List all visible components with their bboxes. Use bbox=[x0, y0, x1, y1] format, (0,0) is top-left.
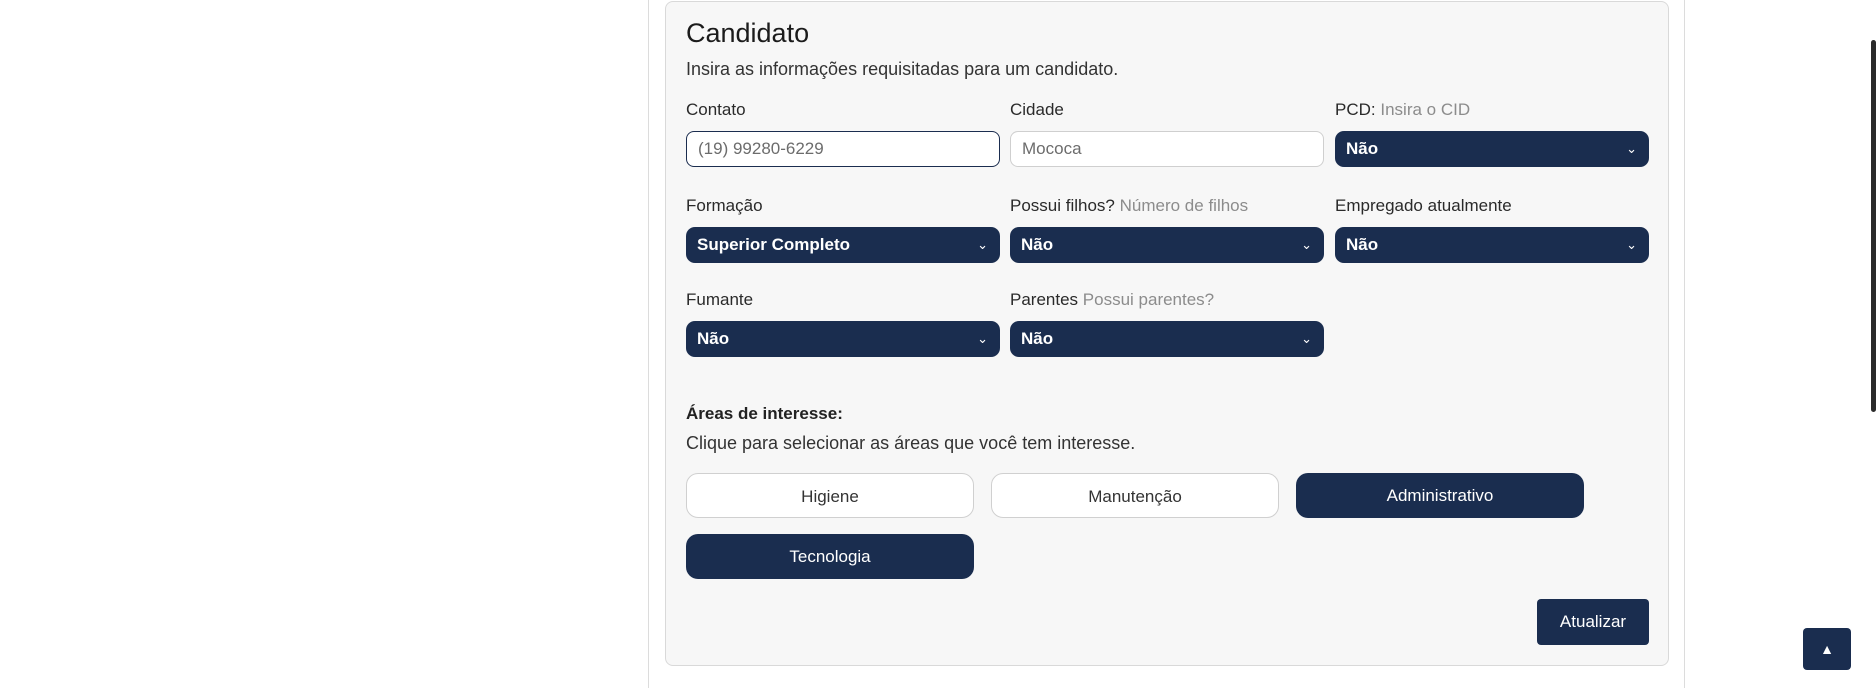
chevron-down-icon: ⌄ bbox=[1626, 237, 1637, 252]
filhos-hint: Número de filhos bbox=[1119, 196, 1249, 215]
parentes-label-text: Parentes bbox=[1010, 290, 1079, 309]
pcd-label-text: PCD: bbox=[1335, 100, 1376, 119]
scroll-top-button[interactable]: ▲ bbox=[1803, 628, 1851, 670]
empregado-select-value: Não bbox=[1346, 235, 1379, 254]
pcd-label: PCD: Insira o CID bbox=[1335, 100, 1470, 120]
chevron-down-icon: ⌄ bbox=[1301, 237, 1312, 252]
pcd-select[interactable]: Não ⌄ bbox=[1335, 131, 1649, 167]
parentes-label: Parentes Possui parentes? bbox=[1010, 290, 1214, 310]
interests-subtitle: Clique para selecionar as áreas que você… bbox=[686, 433, 1136, 453]
cidade-label: Cidade bbox=[1010, 100, 1064, 119]
card-subtitle: Insira as informações requisitadas para … bbox=[686, 59, 1119, 79]
empregado-select[interactable]: Não ⌄ bbox=[1335, 227, 1649, 263]
chevron-down-icon: ⌄ bbox=[977, 331, 988, 346]
filhos-label: Possui filhos? Número de filhos bbox=[1010, 196, 1248, 216]
scrollbar-thumb[interactable] bbox=[1871, 40, 1876, 412]
chevron-up-icon: ▲ bbox=[1820, 641, 1834, 657]
interest-chip-manutencao[interactable]: Manutenção bbox=[991, 473, 1279, 518]
empregado-label: Empregado atualmente bbox=[1335, 196, 1512, 215]
formacao-label: Formação bbox=[686, 196, 763, 215]
filhos-label-text: Possui filhos? bbox=[1010, 196, 1115, 215]
contato-input[interactable] bbox=[686, 131, 1000, 167]
fumante-select[interactable]: Não ⌄ bbox=[686, 321, 1000, 357]
filhos-select[interactable]: Não ⌄ bbox=[1010, 227, 1324, 263]
interests-title: Áreas de interesse: bbox=[686, 404, 843, 423]
update-button[interactable]: Atualizar bbox=[1537, 599, 1649, 645]
parentes-select[interactable]: Não ⌄ bbox=[1010, 321, 1324, 357]
pcd-select-value: Não bbox=[1346, 139, 1379, 158]
formacao-select[interactable]: Superior Completo ⌄ bbox=[686, 227, 1000, 263]
chevron-down-icon: ⌄ bbox=[977, 237, 988, 252]
card-title: Candidato bbox=[686, 18, 810, 48]
interest-chip-higiene[interactable]: Higiene bbox=[686, 473, 974, 518]
parentes-hint: Possui parentes? bbox=[1082, 290, 1215, 309]
contato-label: Contato bbox=[686, 100, 746, 119]
cidade-input[interactable] bbox=[1010, 131, 1324, 167]
chevron-down-icon: ⌄ bbox=[1626, 141, 1637, 156]
pcd-hint: Insira o CID bbox=[1380, 100, 1471, 119]
fumante-label: Fumante bbox=[686, 290, 754, 309]
interest-chip-administrativo[interactable]: Administrativo bbox=[1296, 473, 1584, 518]
formacao-select-value: Superior Completo bbox=[697, 235, 851, 254]
fumante-select-value: Não bbox=[697, 329, 730, 348]
interest-chip-tecnologia[interactable]: Tecnologia bbox=[686, 534, 974, 579]
filhos-select-value: Não bbox=[1021, 235, 1054, 254]
chevron-down-icon: ⌄ bbox=[1301, 331, 1312, 346]
parentes-select-value: Não bbox=[1021, 329, 1054, 348]
